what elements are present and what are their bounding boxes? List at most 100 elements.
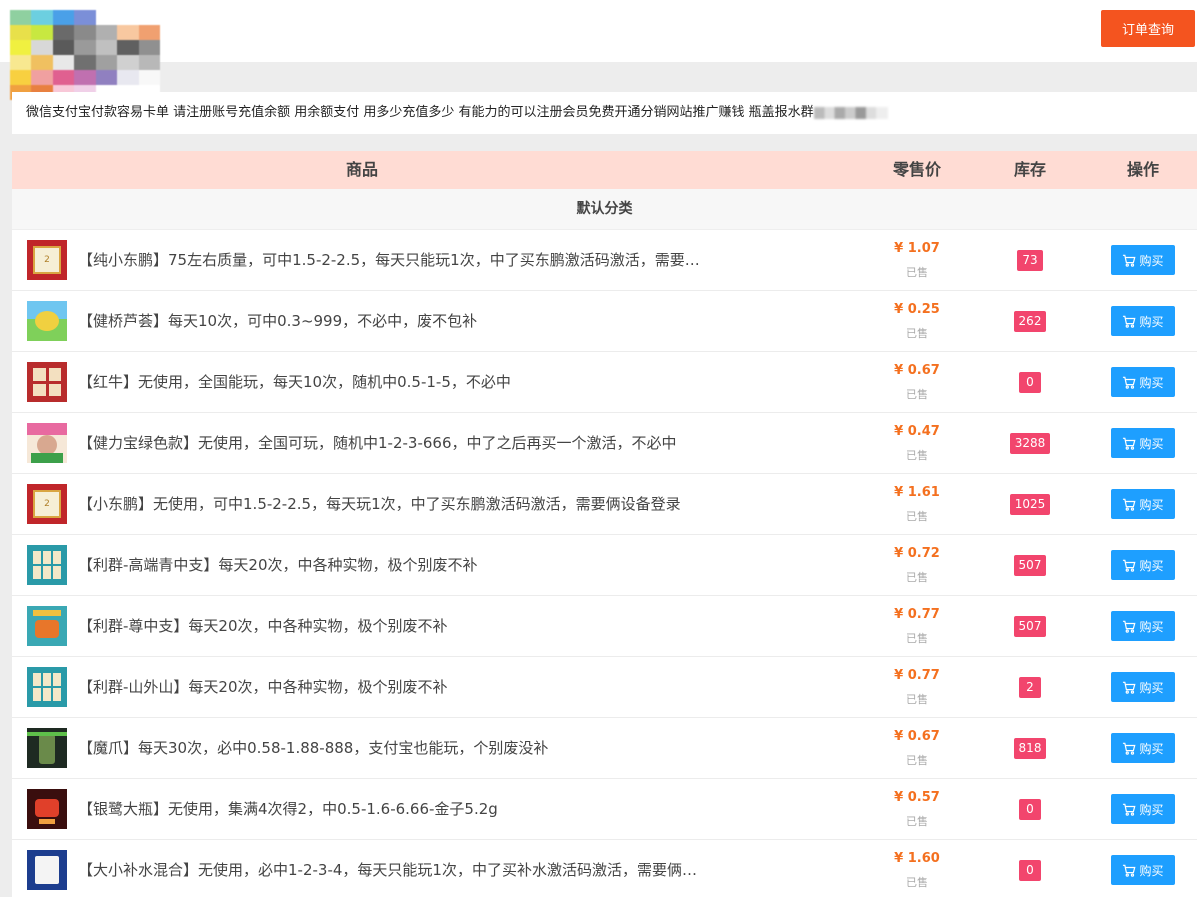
- column-header-action: 操作: [1126, 160, 1159, 179]
- table-row: 【利群-高端青中支】每天20次，中各种实物，极个别废不补 ¥ 0.72 已售 507 购…: [12, 535, 1197, 596]
- stock-badge: 3288: [1009, 432, 1051, 454]
- product-name[interactable]: 【红牛】无使用，全国能玩，每天10次，随机中0.5-1-5，不必中: [78, 352, 703, 412]
- buy-button-label: 购买: [1139, 497, 1164, 512]
- buy-button[interactable]: 购买: [1111, 855, 1175, 885]
- stock-cell: 0: [980, 840, 1080, 897]
- stock-badge: 73: [1017, 249, 1043, 271]
- table-row: 【利群-尊中支】每天20次，中各种实物，极个别废不补 ¥ 0.77 已售 507 购买: [12, 596, 1197, 657]
- stock-badge: 507: [1013, 554, 1047, 576]
- buy-button-label: 购买: [1139, 253, 1164, 268]
- column-header-goods: 商品: [345, 160, 378, 179]
- sold-label: 已售: [906, 510, 928, 523]
- buy-button-label: 购买: [1139, 375, 1164, 390]
- product-thumbnail[interactable]: [27, 545, 67, 585]
- buy-button[interactable]: 购买: [1111, 245, 1175, 275]
- buy-button[interactable]: 购买: [1111, 367, 1175, 397]
- buy-button[interactable]: 购买: [1111, 428, 1175, 458]
- buy-button[interactable]: 购买: [1111, 489, 1175, 519]
- buy-button[interactable]: 购买: [1111, 611, 1175, 641]
- buy-button[interactable]: 购买: [1111, 550, 1175, 580]
- notice-text: 微信支付宝付款容易卡单 请注册账号充值余额 用余额支付 用多少充值多少 有能力的…: [26, 105, 814, 120]
- table-row: 【健力宝绿色款】无使用，全国可玩，随机中1-2-3-666，中了之后再买一个激活…: [12, 413, 1197, 474]
- table-row: 2 【小东鹏】无使用，可中1.5-2-2.5，每天玩1次，中了买东鹏激活码激活，需…: [12, 474, 1197, 535]
- buy-button-label: 购买: [1139, 314, 1164, 329]
- product-thumbnail[interactable]: 2: [27, 484, 67, 524]
- cart-icon: [1122, 498, 1136, 511]
- cart-icon: [1122, 437, 1136, 450]
- sold-label: 已售: [906, 388, 928, 401]
- product-name[interactable]: 【利群-高端青中支】每天20次，中各种实物，极个别废不补: [78, 535, 703, 595]
- stock-cell: 73: [980, 230, 1080, 290]
- sold-label: 已售: [906, 266, 928, 279]
- buy-button[interactable]: 购买: [1111, 733, 1175, 763]
- stock-badge: 507: [1013, 615, 1047, 637]
- sold-label: 已售: [906, 815, 928, 828]
- cart-icon: [1122, 376, 1136, 389]
- buy-button-label: 购买: [1139, 558, 1164, 573]
- product-name[interactable]: 【利群-山外山】每天20次，中各种实物，极个别废不补: [78, 657, 703, 717]
- product-price: ¥ 0.72: [894, 546, 940, 561]
- buy-button[interactable]: 购买: [1111, 306, 1175, 336]
- product-name[interactable]: 【健力宝绿色款】无使用，全国可玩，随机中1-2-3-666，中了之后再买一个激活…: [78, 413, 703, 473]
- column-header-price: 零售价: [892, 160, 941, 179]
- stock-badge: 0: [1019, 798, 1041, 820]
- sold-label: 已售: [906, 571, 928, 584]
- product-price: ¥ 0.77: [894, 607, 940, 622]
- product-thumbnail[interactable]: [27, 728, 67, 768]
- product-thumbnail[interactable]: [27, 301, 67, 341]
- product-name[interactable]: 【小东鹏】无使用，可中1.5-2-2.5，每天玩1次，中了买东鹏激活码激活，需要…: [78, 474, 703, 534]
- product-name[interactable]: 【利群-尊中支】每天20次，中各种实物，极个别废不补: [78, 596, 703, 656]
- product-thumbnail[interactable]: [27, 606, 67, 646]
- stock-badge: 2: [1019, 676, 1041, 698]
- sold-label: 已售: [906, 754, 928, 767]
- product-price: ¥ 1.61: [894, 485, 940, 500]
- cart-icon: [1122, 620, 1136, 633]
- table-row: 【健桥芦荟】每天10次，可中0.3~999，不必中，废不包补 ¥ 0.25 已售 26…: [12, 291, 1197, 352]
- cart-icon: [1122, 315, 1136, 328]
- product-thumbnail[interactable]: 2: [27, 240, 67, 280]
- buy-button-label: 购买: [1139, 863, 1164, 878]
- buy-button[interactable]: 购买: [1111, 672, 1175, 702]
- cart-icon: [1122, 864, 1136, 877]
- buy-button-label: 购买: [1139, 741, 1164, 756]
- product-price: ¥ 1.60: [894, 851, 940, 866]
- sold-label: 已售: [906, 876, 928, 889]
- table-row: 【银鹭大瓶】无使用，集满4次得2，中0.5-1.6-6.66-金子5.2g ¥ 0…: [12, 779, 1197, 840]
- category-row: 默认分类: [12, 189, 1197, 230]
- cart-icon: [1122, 559, 1136, 572]
- product-name[interactable]: 【健桥芦荟】每天10次，可中0.3~999，不必中，废不包补: [78, 291, 703, 351]
- stock-badge: 0: [1019, 371, 1041, 393]
- stock-cell: 507: [980, 596, 1080, 656]
- column-header-stock: 库存: [1013, 160, 1046, 179]
- product-thumbnail[interactable]: [27, 789, 67, 829]
- notice-bar: 微信支付宝付款容易卡单 请注册账号充值余额 用余额支付 用多少充值多少 有能力的…: [12, 92, 1197, 134]
- product-thumbnail[interactable]: [27, 667, 67, 707]
- sold-label: 已售: [906, 632, 928, 645]
- product-name[interactable]: 【大小补水混合】无使用，必中1-2-3-4，每天只能玩1次，中了买补水激活码激活…: [78, 840, 703, 897]
- product-price: ¥ 0.57: [894, 790, 940, 805]
- product-price: ¥ 0.25: [894, 302, 940, 317]
- product-table: 商品 零售价 库存 操作 默认分类 2 【纯小东鹏】75左右质量，可中1.5-2-…: [12, 151, 1197, 897]
- cart-icon: [1122, 803, 1136, 816]
- product-name[interactable]: 【魔爪】每天30次，必中0.58-1.88-888，支付宝也能玩，个别废没补: [78, 718, 703, 778]
- table-row: 【大小补水混合】无使用，必中1-2-3-4，每天只能玩1次，中了买补水激活码激活…: [12, 840, 1197, 897]
- table-body: 2 【纯小东鹏】75左右质量，可中1.5-2-2.5，每天只能玩1次，中了买东鹏激…: [12, 230, 1197, 897]
- header: 订单查询: [0, 0, 1197, 100]
- product-name[interactable]: 【银鹭大瓶】无使用，集满4次得2，中0.5-1.6-6.66-金子5.2g: [78, 779, 703, 839]
- product-thumbnail[interactable]: [27, 362, 67, 402]
- stock-badge: 1025: [1009, 493, 1051, 515]
- cart-icon: [1122, 681, 1136, 694]
- stock-cell: 0: [980, 352, 1080, 412]
- stock-cell: 818: [980, 718, 1080, 778]
- buy-button[interactable]: 购买: [1111, 794, 1175, 824]
- table-header: 商品 零售价 库存 操作: [12, 151, 1197, 189]
- product-thumbnail[interactable]: [27, 850, 67, 890]
- product-thumbnail[interactable]: [27, 423, 67, 463]
- buy-button-label: 购买: [1139, 802, 1164, 817]
- product-name[interactable]: 【纯小东鹏】75左右质量，可中1.5-2-2.5，每天只能玩1次，中了买东鹏激活…: [78, 230, 703, 290]
- cart-icon: [1122, 254, 1136, 267]
- table-row: 【红牛】无使用，全国能玩，每天10次，随机中0.5-1-5，不必中 ¥ 0.67 已…: [12, 352, 1197, 413]
- stock-cell: 0: [980, 779, 1080, 839]
- order-query-button[interactable]: 订单查询: [1101, 10, 1195, 47]
- stock-cell: 1025: [980, 474, 1080, 534]
